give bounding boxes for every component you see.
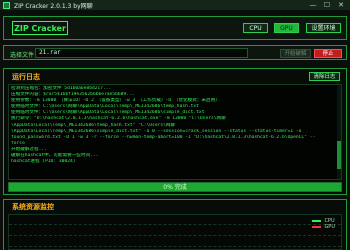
grid-line <box>9 224 341 225</box>
gpu-button[interactable]: GPU <box>274 23 299 33</box>
log-line: hashcat进程 (PID: 30024) <box>11 159 76 165</box>
log-line: found_password.txt -D 1 -w 3 -r --force … <box>11 134 316 140</box>
cpu-button[interactable]: CPU <box>243 23 268 33</box>
resource-chart: CPU GPU <box>8 214 342 250</box>
header-panel: ZIP Cracker CPU GPU 设置环境 <box>3 16 347 40</box>
log-scroll-thumb[interactable] <box>337 141 341 169</box>
maximize-icon[interactable]: ☐ <box>320 0 334 10</box>
progress-label: 0% 完成 <box>163 184 187 191</box>
window-title: ZIP Cracker 2.0.1.3 by网聊 <box>14 2 93 10</box>
minimize-icon[interactable]: — <box>306 0 320 10</box>
clear-log-button[interactable]: 清除日志 <box>309 72 340 81</box>
file-input[interactable]: 21.rar <box>35 48 248 58</box>
app-brand: ZIP Cracker <box>12 21 68 35</box>
chart-legend: CPU GPU <box>312 218 335 230</box>
log-scrollbar[interactable] <box>337 85 341 179</box>
log-output: 检测到压缩包：加密文件 5d1b0a6e8bd2c7... 压缩文件内容：$rar… <box>8 84 342 180</box>
progress-bar: 0% 完成 <box>8 182 342 192</box>
legend-gpu: GPU <box>312 224 335 230</box>
log-title: 运行日志 <box>12 73 40 81</box>
legend-gpu-label: GPU <box>324 224 335 230</box>
app-icon <box>3 1 10 9</box>
grid-line <box>9 246 341 247</box>
monitor-panel: 系统资源监控 CPU GPU <box>3 199 347 250</box>
log-line: \AppData\Local\Temp\_MEI342686\simple_di… <box>11 128 302 134</box>
file-row: 选择文件： 21.rar 开始破解 停止 <box>3 45 347 60</box>
stop-button[interactable]: 停止 <box>314 49 342 58</box>
window-titlebar: ZIP Cracker 2.0.1.3 by网聊 — ☐ ✕ <box>0 0 350 10</box>
setup-env-button[interactable]: 设置环境 <box>306 23 341 33</box>
cpu-swatch <box>312 220 322 222</box>
start-crack-button[interactable]: 开始破解 <box>280 49 311 58</box>
close-icon[interactable]: ✕ <box>334 0 348 10</box>
grid-line <box>9 235 341 236</box>
gpu-swatch <box>312 226 322 228</box>
log-lines: 检测到压缩包：加密文件 5d1b0a6e8bd2c7... 压缩文件内容：$rar… <box>9 85 341 166</box>
monitor-title: 系统资源监控 <box>12 203 54 211</box>
log-panel: 运行日志 清除日志 检测到压缩包：加密文件 5d1b0a6e8bd2c7... 压… <box>3 68 347 195</box>
